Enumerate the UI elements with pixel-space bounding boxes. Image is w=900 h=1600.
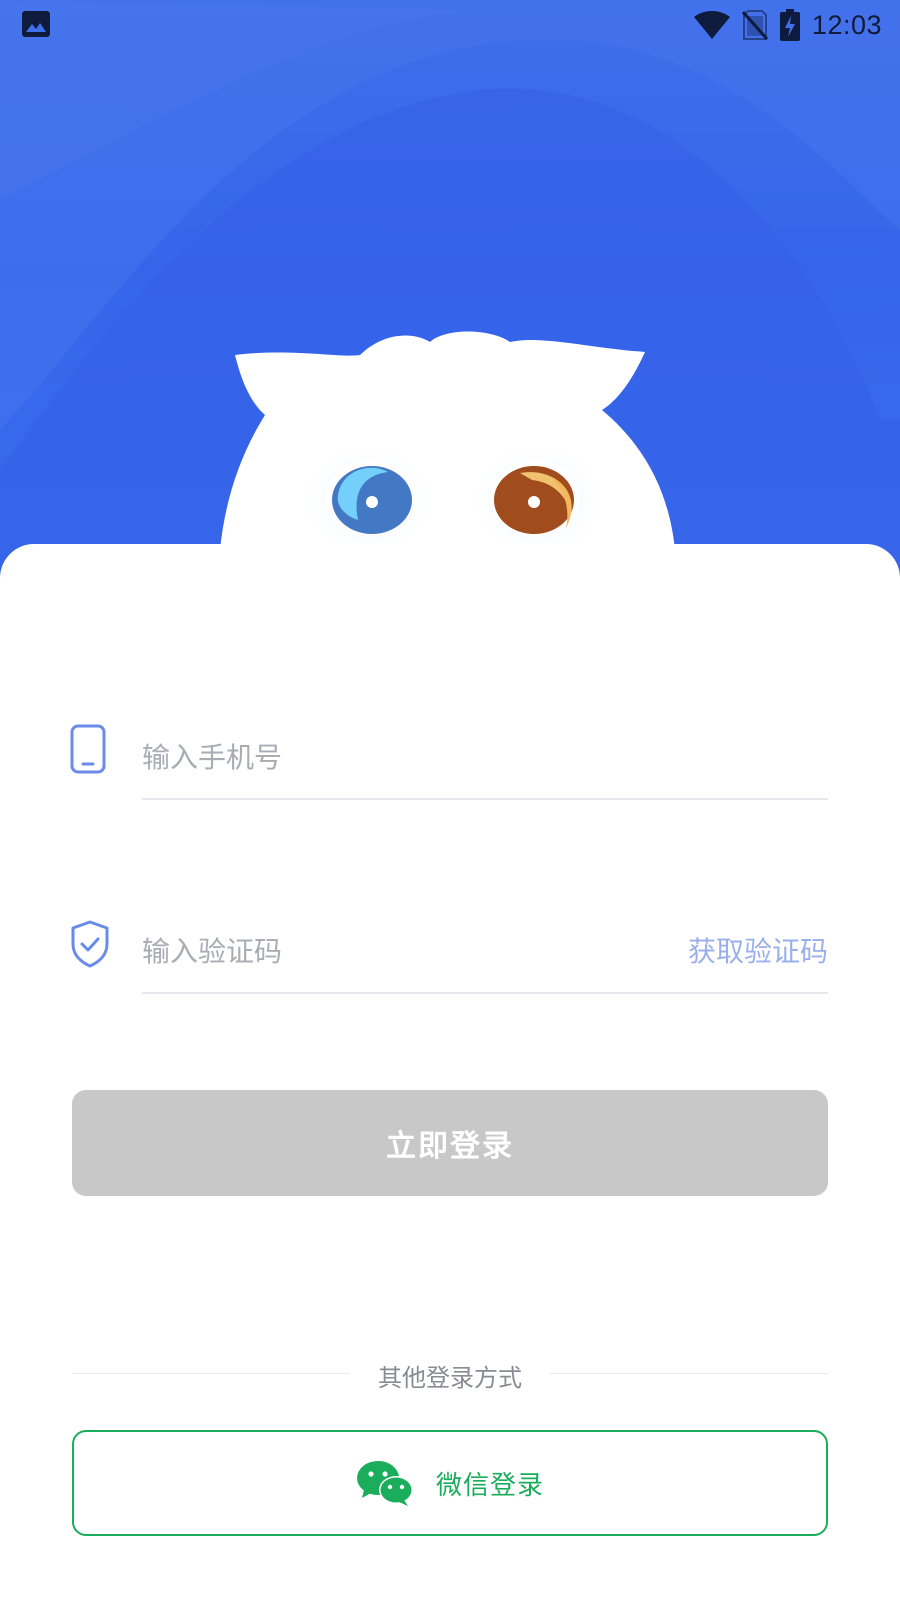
other-login-divider: 其他登录方式 bbox=[72, 1358, 828, 1392]
status-bar: 12:03 bbox=[0, 0, 900, 50]
owl-mascot bbox=[220, 331, 675, 570]
wechat-icon bbox=[356, 1461, 413, 1506]
gallery-icon bbox=[22, 11, 50, 37]
code-input[interactable] bbox=[142, 926, 662, 976]
phone-input[interactable] bbox=[142, 732, 662, 782]
battery-charging-icon bbox=[779, 9, 800, 41]
status-time: 12:03 bbox=[811, 9, 882, 40]
get-code-button[interactable]: 获取验证码 bbox=[688, 930, 828, 970]
code-field: 获取验证码 bbox=[142, 916, 828, 994]
shield-check-icon bbox=[71, 920, 109, 968]
wifi-icon bbox=[693, 11, 730, 39]
wechat-login-button[interactable]: 微信登录 bbox=[72, 1430, 828, 1536]
divider-line-right bbox=[550, 1373, 828, 1374]
other-login-label: 其他登录方式 bbox=[378, 1364, 522, 1392]
hero-banner: 12:03 bbox=[0, 0, 900, 600]
login-button[interactable]: 立即登录 bbox=[72, 1090, 828, 1196]
phone-icon bbox=[70, 724, 106, 774]
phone-field bbox=[142, 722, 828, 800]
no-sim-icon bbox=[741, 10, 768, 40]
wechat-login-label: 微信登录 bbox=[435, 1470, 544, 1501]
